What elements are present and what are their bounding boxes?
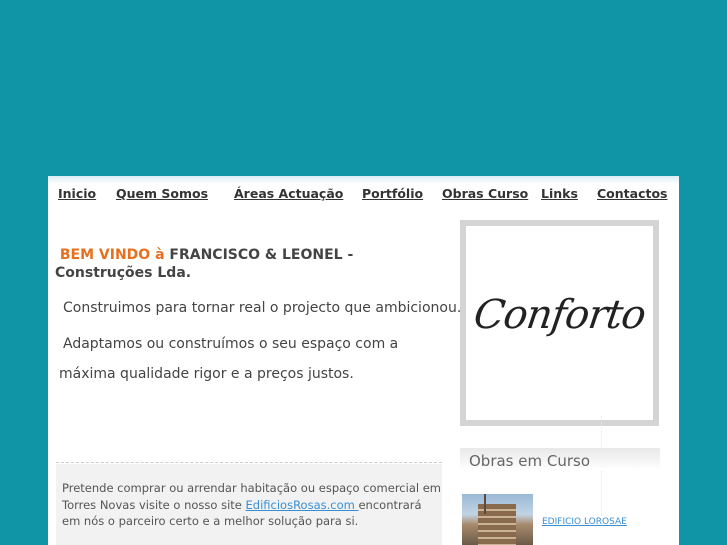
nav-item-obras-curso[interactable]: Obras Curso [442,186,528,201]
obras-em-curso-header: Obras em Curso [460,448,660,470]
crane-image [484,494,486,514]
top-border [48,176,679,184]
nav-item-links[interactable]: Links [541,186,578,201]
welcome-greeting: BEM VINDO à [59,247,165,263]
divider [56,462,442,463]
conforto-text: Conforto [470,292,649,338]
conforto-banner: Conforto [460,220,659,426]
promo-text: Pretende comprar ou arrendar habitação o… [62,480,442,530]
obras-em-curso-title: Obras em Curso [469,452,591,470]
intro-text-2: Adaptamos ou construímos o seu espaço co… [63,336,399,352]
content-panel: Inicio Quem Somos Áreas Actuação Portfól… [48,176,679,545]
obra-lorosae-link[interactable]: EDIFICIO LOROSAE [542,517,627,527]
intro-text-1: Construimos para tornar real o projecto … [63,300,462,316]
nav-item-contactos[interactable]: Contactos [597,186,667,201]
nav-item-quem-somos[interactable]: Quem Somos [116,186,208,201]
promo-box: Pretende comprar ou arrendar habitação o… [56,464,442,545]
welcome-heading: BEM VINDO à FRANCISCO & LEONEL - Constru… [55,246,440,282]
intro-text-3: máxima qualidade rigor e a preços justos… [59,366,354,382]
nav-item-inicio[interactable]: Inicio [58,186,96,201]
nav-item-areas-actuacao[interactable]: Áreas Actuação [234,186,343,201]
obra-thumbnail[interactable] [462,494,533,545]
edificios-rosas-link[interactable]: EdificiosRosas.com [246,498,359,512]
main-nav: Inicio Quem Somos Áreas Actuação Portfól… [48,186,679,208]
nav-item-portfolio[interactable]: Portfólio [362,186,423,201]
